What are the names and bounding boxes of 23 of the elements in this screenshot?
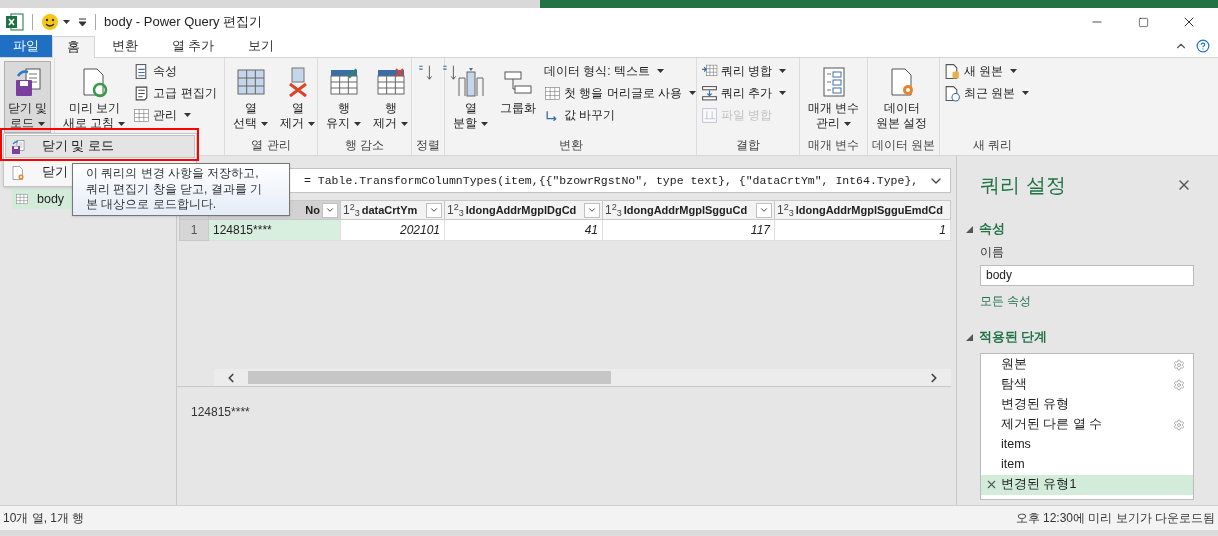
group-label: 열 관리	[251, 137, 291, 154]
table-cell: 41	[445, 220, 603, 241]
row-number: 1	[179, 220, 209, 241]
window-title: body - Power Query 편집기	[104, 13, 263, 32]
field-label: 이름	[980, 243, 1005, 261]
section-heading: 속성	[979, 221, 1005, 238]
status-text: 10개 열, 1개 행	[3, 510, 85, 527]
group-label: 매개 변수	[807, 137, 860, 154]
group-label: 새 쿼리	[972, 137, 1013, 154]
table-cell: 117	[603, 220, 775, 241]
section-heading: 적용된 단계	[979, 328, 1048, 346]
value-preview: 124815****	[191, 405, 250, 419]
table-cell: 202101	[341, 220, 445, 241]
pane-title: 쿼리 설정	[980, 173, 1066, 198]
tooltip: 이 쿼리의 변경 사항을 저장하고, 쿼리 편집기 창을 닫고, 결과를 기본 대상으로 로드합니다.	[72, 163, 290, 216]
group-label: 정렬	[416, 137, 440, 154]
table-cell: 1	[775, 220, 951, 241]
table-cell: 124815****	[209, 220, 341, 241]
group-label: 행 감소	[344, 137, 385, 154]
group-label: 데이터 원본	[871, 137, 936, 154]
group-label: 결합	[736, 137, 760, 154]
group-label: 변환	[558, 137, 583, 154]
status-text: 오후 12:30에 미리 보기가 다운로드됨	[1015, 510, 1215, 527]
